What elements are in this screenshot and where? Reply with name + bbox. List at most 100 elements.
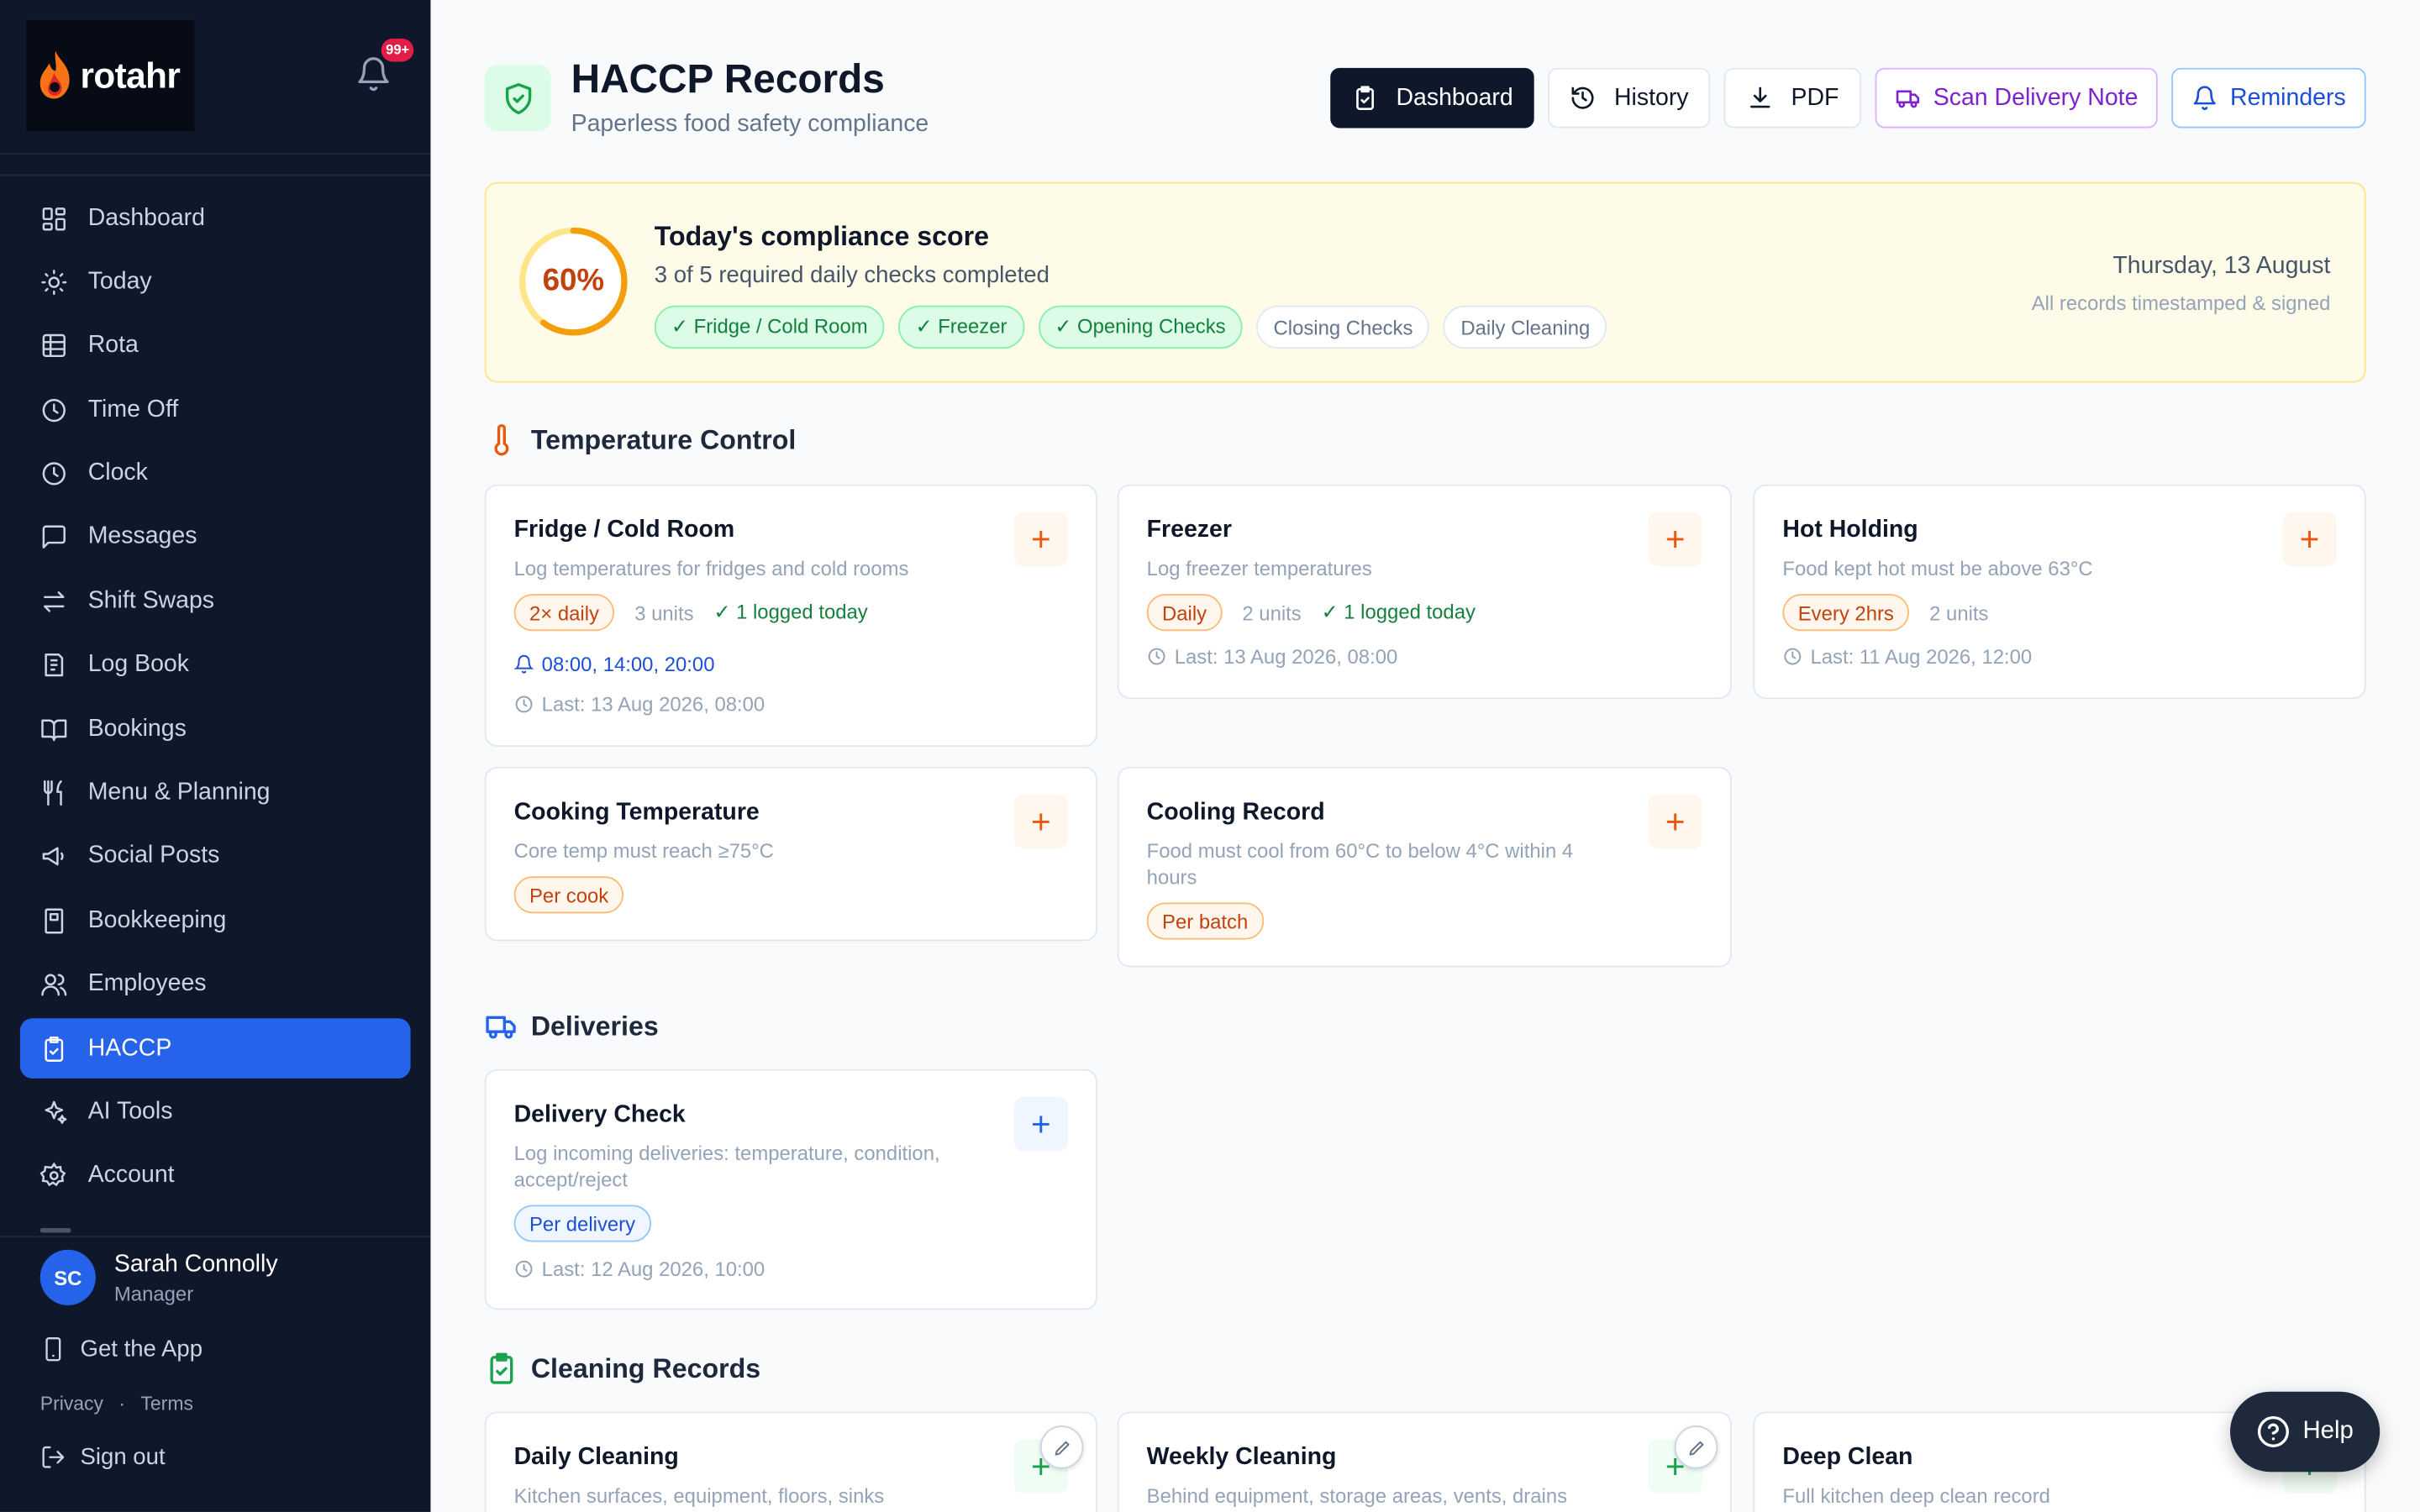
brand-name: rotahr <box>80 55 181 95</box>
card-hot-holding[interactable]: Hot Holding Food kept hot must be above … <box>1753 484 2366 700</box>
help-icon <box>2258 1415 2290 1447</box>
sidebar-item-haccp[interactable]: HACCP <box>19 1018 411 1079</box>
get-app-link[interactable]: Get the App <box>40 1336 203 1362</box>
help-label: Help <box>2302 1417 2354 1445</box>
dashboard-button[interactable]: Dashboard <box>1330 67 1534 129</box>
section-title: Deliveries <box>530 1010 659 1041</box>
privacy-link[interactable]: Privacy <box>40 1394 103 1415</box>
reminder-times: 08:00, 14:00, 20:00 <box>513 653 714 675</box>
reminders-button[interactable]: Reminders <box>2171 67 2366 129</box>
compliance-percent: 60% <box>542 264 605 298</box>
sidebar-item-rota[interactable]: Rota <box>20 316 411 376</box>
frequency-badge: Per batch <box>1146 902 1264 940</box>
sidebar-item-time-off[interactable]: Time Off <box>20 380 411 440</box>
card-title: Freezer <box>1146 517 1232 543</box>
check-chip-fridge[interactable]: ✓ Fridge / Cold Room <box>654 305 885 349</box>
add-record-button[interactable]: + <box>1648 794 1702 849</box>
card-daily-cleaning[interactable]: Daily Cleaning Kitchen surfaces, equipme… <box>484 1411 1097 1512</box>
brand-logo[interactable]: rotahr <box>26 19 195 132</box>
last-record-text: Last: 12 Aug 2026, 10:00 <box>541 1257 765 1281</box>
sidebar-item-bookings[interactable]: Bookings <box>20 699 411 759</box>
user-name: Sarah Connolly <box>113 1250 278 1277</box>
history-button-label: History <box>1613 84 1689 111</box>
phone-icon <box>45 1337 61 1362</box>
add-record-button[interactable]: + <box>1013 512 1068 567</box>
clock-icon <box>42 398 66 422</box>
bell-icon[interactable] <box>355 55 392 92</box>
card-title: Deep Clean <box>1782 1444 1913 1471</box>
terms-link[interactable]: Terms <box>140 1394 193 1415</box>
history-button[interactable]: History <box>1548 67 1711 129</box>
sign-out-button[interactable]: Sign out <box>40 1444 166 1470</box>
sidebar-item-log-book[interactable]: Log Book <box>20 635 411 696</box>
card-title: Daily Cleaning <box>513 1444 679 1471</box>
clock-icon <box>1784 648 1802 665</box>
card-weekly-cleaning[interactable]: Weekly Cleaning Behind equipment, storag… <box>1117 1411 1732 1512</box>
download-icon <box>1749 87 1770 108</box>
card-cooling-record[interactable]: Cooling Record Food must cool from 60°C … <box>1117 766 1732 968</box>
history-icon <box>1571 87 1594 109</box>
sidebar-item-clock[interactable]: Clock <box>20 444 411 504</box>
scan-button-label: Scan Delivery Note <box>1933 84 2139 111</box>
card-delivery-check[interactable]: Delivery Check Log incoming deliveries: … <box>484 1068 1097 1310</box>
check-chip-daily-cleaning[interactable]: Daily Cleaning <box>1444 305 1607 349</box>
section-title: Temperature Control <box>530 423 797 454</box>
clipboard-check-icon <box>45 1036 64 1062</box>
last-record: Last: 13 Aug 2026, 08:00 <box>1147 644 1398 669</box>
clock-icon <box>515 1260 533 1278</box>
card-title: Cooking Temperature <box>513 799 760 826</box>
add-record-button[interactable]: + <box>1013 1096 1068 1152</box>
sidebar-item-ai-tools[interactable]: AI Tools <box>20 1082 411 1142</box>
check-chip-opening[interactable]: ✓ Opening Checks <box>1038 305 1243 349</box>
frequency-badge: Daily <box>1146 594 1223 632</box>
card-meta: Per batch <box>1146 902 1264 940</box>
sidebar-item-bookkeeping[interactable]: Bookkeeping <box>20 890 411 951</box>
book-icon <box>41 718 67 741</box>
add-record-button[interactable]: + <box>2282 512 2337 567</box>
clock-icon <box>515 696 533 713</box>
section-deliveries: Deliveries <box>485 1009 659 1042</box>
clipboard-icon <box>1355 86 1374 110</box>
sidebar-item-social-posts[interactable]: Social Posts <box>20 827 411 887</box>
sidebar-item-menu-planning[interactable]: Menu & Planning <box>20 763 411 823</box>
check-chip-closing[interactable]: Closing Checks <box>1256 305 1430 349</box>
last-record-text: Last: 11 Aug 2026, 12:00 <box>1810 644 2033 669</box>
sidebar-item-label: Shift Swaps <box>87 587 215 614</box>
separator: · <box>118 1393 126 1415</box>
card-cooking-temperature[interactable]: Cooking Temperature Core temp must reach… <box>484 766 1097 942</box>
page-subtitle: Paperless food safety compliance <box>571 111 929 138</box>
card-freezer[interactable]: Freezer Log freezer temperatures + Daily… <box>1117 484 1732 700</box>
scan-delivery-note-button[interactable]: Scan Delivery Note <box>1875 67 2158 129</box>
sidebar-item-today[interactable]: Today <box>20 252 411 312</box>
logged-status: ✓ 1 logged today <box>713 600 868 624</box>
clipboard-check-icon <box>490 1352 513 1384</box>
card-description: Full kitchen deep clean record <box>1782 1483 2050 1508</box>
sidebar-item-label: Log Book <box>87 651 189 678</box>
logbook-icon <box>45 654 64 677</box>
get-app-label: Get the App <box>80 1336 203 1362</box>
records-note: All records timestamped & signed <box>2031 291 2331 315</box>
divider <box>0 152 431 155</box>
edit-button[interactable] <box>1039 1425 1084 1469</box>
card-description: Kitchen surfaces, equipment, floors, sin… <box>513 1483 885 1508</box>
pdf-button[interactable]: PDF <box>1723 67 1862 129</box>
card-fridge-cold-room[interactable]: Fridge / Cold Room Log temperatures for … <box>484 484 1097 747</box>
help-button[interactable]: Help <box>2230 1391 2381 1473</box>
user-profile[interactable]: SC Sarah Connolly Manager <box>39 1249 278 1305</box>
sidebar-item-account[interactable]: Account <box>20 1146 411 1206</box>
sidebar-item-shift-swaps[interactable]: Shift Swaps <box>20 571 411 632</box>
sidebar-item-messages[interactable]: Messages <box>20 507 411 568</box>
last-record-text: Last: 13 Aug 2026, 08:00 <box>1174 644 1398 669</box>
card-title: Delivery Check <box>513 1101 686 1128</box>
sidebar-item-label: Messages <box>87 523 197 550</box>
add-record-button[interactable]: + <box>1648 512 1702 567</box>
dashboard-icon <box>42 207 66 230</box>
sidebar-item-employees[interactable]: Employees <box>20 954 411 1015</box>
check-chip-freezer[interactable]: ✓ Freezer <box>898 305 1024 349</box>
add-record-button[interactable]: + <box>1013 794 1068 849</box>
frequency-badge: 2× daily <box>513 594 615 632</box>
edit-button[interactable] <box>1674 1425 1718 1469</box>
thermometer-icon <box>494 424 509 456</box>
card-description: Behind equipment, storage areas, vents, … <box>1146 1483 1568 1508</box>
sidebar-item-dashboard[interactable]: Dashboard <box>20 188 411 249</box>
